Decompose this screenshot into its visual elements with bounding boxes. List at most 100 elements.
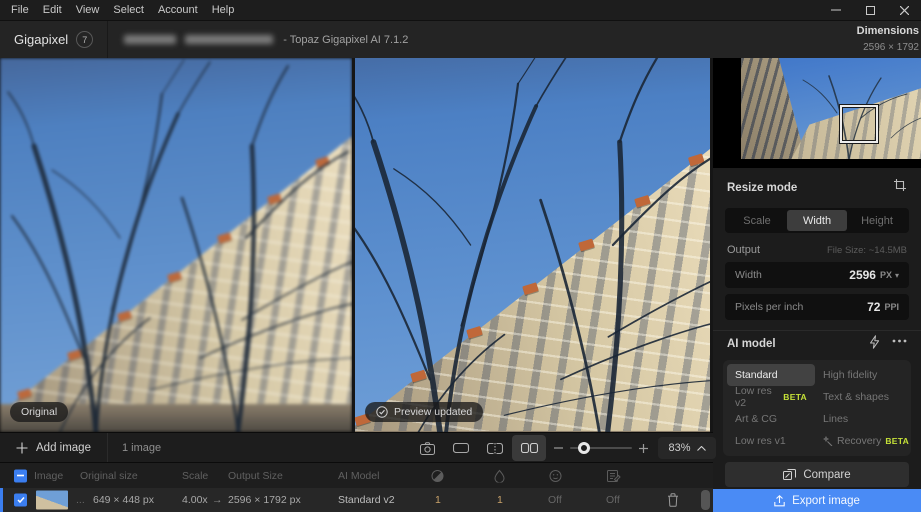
side-by-side-view-button[interactable]: [512, 435, 546, 461]
row-ellipsis[interactable]: ...: [76, 494, 85, 506]
single-view-button[interactable]: [444, 435, 478, 461]
window-controls: [819, 0, 921, 20]
dimensions-label: Dimensions: [856, 25, 919, 38]
row-denoise-value[interactable]: 1: [497, 494, 503, 506]
menu-account[interactable]: Account: [151, 0, 205, 21]
view-controls: 83%: [410, 433, 716, 463]
row-face-recovery-value[interactable]: Off: [548, 494, 562, 506]
tab-scale[interactable]: Scale: [727, 210, 787, 231]
model-lines[interactable]: Lines: [815, 408, 917, 430]
app-logo: Gigapixel 7: [0, 21, 109, 58]
minimize-button[interactable]: [819, 0, 853, 20]
row-output-size: 2596 × 1792 px: [228, 494, 301, 506]
crop-icon[interactable]: [893, 178, 907, 192]
ai-model-label: AI model: [727, 338, 776, 350]
row-checkbox[interactable]: [14, 493, 27, 507]
redacted-block: [185, 35, 274, 44]
zoom-slider: [554, 442, 648, 454]
image-table-header: Image Original size Scale Output Size AI…: [0, 462, 713, 488]
ppi-field-value[interactable]: 72: [867, 300, 880, 314]
lightning-icon[interactable]: [868, 335, 881, 349]
delete-row-icon[interactable]: [667, 493, 679, 507]
export-upload-icon: [774, 494, 785, 506]
model-art-cg[interactable]: Art & CG: [727, 408, 815, 430]
preview-updated-pill: Preview updated: [365, 402, 484, 422]
beta-badge: BETA: [885, 436, 910, 446]
original-preview-pane[interactable]: Original: [0, 58, 352, 432]
original-label-pill: Original: [10, 402, 69, 422]
compare-button[interactable]: Compare: [725, 462, 909, 487]
recovery-sparkle-icon: [823, 436, 833, 446]
compare-icon: [783, 468, 797, 480]
export-image-button[interactable]: Export image: [713, 489, 921, 512]
original-label: Original: [21, 406, 58, 418]
model-recovery[interactable]: Recovery BETA: [815, 430, 917, 452]
ppi-field-unit: PPI: [884, 302, 899, 312]
output-label: Output: [727, 244, 761, 256]
menu-select[interactable]: Select: [106, 0, 151, 21]
nav-branches: [802, 75, 921, 159]
width-field-label: Width: [735, 269, 762, 281]
maximize-button[interactable]: [853, 0, 887, 20]
chevron-up-icon: [696, 445, 706, 451]
nav-selection-rect[interactable]: [840, 105, 878, 143]
row-text-recovery-value[interactable]: Off: [606, 494, 620, 506]
tab-width[interactable]: Width: [787, 210, 847, 231]
resize-mode-tabs: Scale Width Height: [725, 208, 909, 233]
row-sharpen-value[interactable]: 1: [435, 494, 441, 506]
row-selected-accent: [0, 488, 3, 512]
model-label: High fidelity: [823, 369, 878, 381]
select-all-checkbox[interactable]: [14, 469, 27, 482]
close-button[interactable]: [887, 0, 921, 20]
model-standard[interactable]: Standard: [727, 364, 815, 386]
ppi-field[interactable]: Pixels per inch 72 PPI: [725, 294, 909, 320]
add-image-label: Add image: [36, 441, 91, 454]
width-field-value[interactable]: 2596: [849, 268, 876, 282]
row-ai-model[interactable]: Standard v2: [338, 494, 395, 506]
table-scrollbar-thumb[interactable]: [701, 490, 710, 510]
image-table-row[interactable]: ... 649 × 448 px 4.00x → 2596 × 1792 px …: [0, 488, 713, 512]
preview-updated-label: Preview updated: [394, 406, 473, 418]
model-low-res-v2[interactable]: Low res v2 BETA: [727, 385, 815, 409]
menu-view[interactable]: View: [69, 0, 107, 21]
snapshot-camera-button[interactable]: [410, 435, 444, 461]
split-view-button[interactable]: [478, 435, 512, 461]
app-name: Gigapixel: [14, 32, 69, 47]
model-high-fidelity[interactable]: High fidelity: [815, 364, 917, 386]
face-recovery-icon: [549, 469, 562, 482]
gigapixel-window: File Edit View Select Account Help Gigap…: [0, 0, 921, 512]
unit-dropdown-caret-icon[interactable]: ▾: [895, 271, 899, 280]
zoom-percent-control[interactable]: 83%: [658, 437, 716, 459]
plus-icon: [16, 442, 28, 453]
beta-badge: BETA: [783, 392, 807, 402]
model-label: Art & CG: [735, 413, 778, 425]
compare-button-label: Compare: [803, 468, 851, 481]
model-text-shapes[interactable]: Text & shapes: [815, 386, 917, 408]
add-image-button[interactable]: Add image: [0, 433, 107, 462]
zoom-in-icon[interactable]: [639, 443, 648, 453]
menu-file[interactable]: File: [4, 0, 36, 21]
tab-height[interactable]: Height: [847, 210, 907, 231]
upscaled-photo: [355, 58, 710, 432]
width-field[interactable]: Width 2596 PX ▾: [725, 262, 909, 288]
more-options-icon[interactable]: [892, 339, 907, 343]
zoom-slider-track[interactable]: [570, 442, 632, 454]
model-label: Lines: [823, 413, 849, 425]
upscaled-preview-pane[interactable]: Preview updated: [355, 58, 710, 432]
menu-help[interactable]: Help: [205, 0, 242, 21]
row-thumbnail: [36, 490, 68, 510]
navigation-thumbnail[interactable]: [713, 58, 921, 168]
row-scale[interactable]: 4.00x: [182, 494, 208, 506]
model-label: Low res v2: [735, 385, 772, 409]
zoom-out-icon[interactable]: [554, 447, 563, 449]
header-original-size: Original size: [80, 469, 138, 482]
model-low-res-v1[interactable]: Low res v1: [727, 430, 815, 452]
version-badge: 7: [76, 31, 94, 48]
header-ai-model: AI Model: [338, 469, 380, 482]
window-title-suffix: - Topaz Gigapixel AI 7.1.2: [283, 33, 409, 46]
zoom-slider-knob[interactable]: [578, 442, 590, 454]
ai-model-grid: Standard High fidelity Low res v2 BETA T…: [723, 360, 911, 456]
ppi-field-label: Pixels per inch: [735, 301, 804, 313]
menu-edit[interactable]: Edit: [36, 0, 69, 21]
model-label: Recovery: [837, 435, 882, 447]
